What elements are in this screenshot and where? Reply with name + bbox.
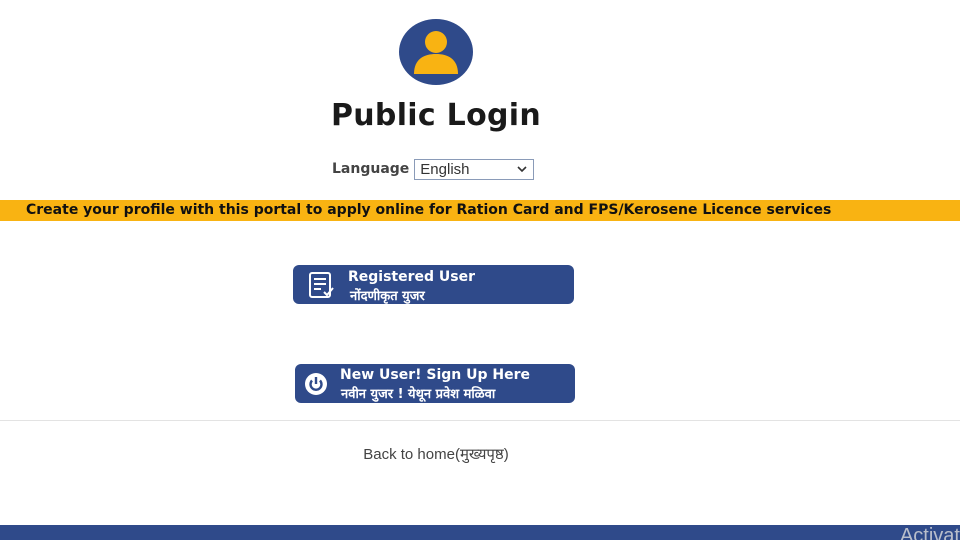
registered-user-label-mr: नोंदणीकृत युजर <box>350 289 425 304</box>
new-user-label-en: New User! Sign Up Here <box>340 367 530 383</box>
registered-user-button[interactable]: Registered User नोंदणीकृत युजर <box>293 265 574 304</box>
login-page: Public Login Language English Create you… <box>0 0 960 540</box>
document-check-icon <box>309 272 334 298</box>
info-banner: Create your profile with this portal to … <box>0 200 960 221</box>
language-select[interactable]: English <box>414 158 535 180</box>
language-selected-value: English <box>420 160 470 178</box>
user-avatar-icon <box>399 19 473 85</box>
back-to-home-link[interactable]: Back to home(मुख्यपृष्ठ) <box>0 444 872 464</box>
new-user-signup-button[interactable]: New User! Sign Up Here नवीन युजर ! येथून… <box>295 364 575 403</box>
language-selector-row: Language English <box>332 158 535 180</box>
banner-text: Create your profile with this portal to … <box>26 202 832 218</box>
page-title: Public Login <box>330 98 542 133</box>
new-user-label-mr: नवीन युजर ! येथून प्रवेश मळिवा <box>341 387 496 402</box>
chevron-down-icon <box>517 165 527 172</box>
activation-watermark: Activat <box>899 525 960 540</box>
footer-bar <box>0 525 960 540</box>
registered-user-label-en: Registered User <box>348 269 476 285</box>
language-label: Language <box>332 161 410 177</box>
section-divider <box>0 420 960 421</box>
power-icon <box>305 373 327 395</box>
